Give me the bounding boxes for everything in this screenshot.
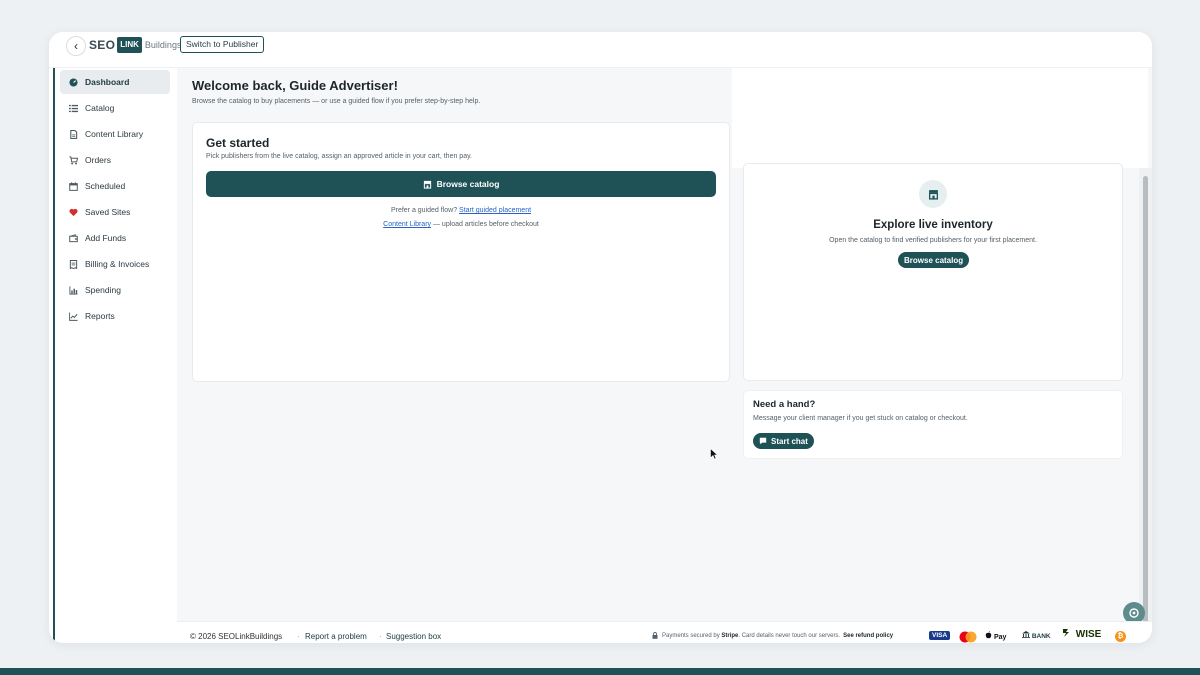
get-started-title: Get started bbox=[206, 136, 270, 150]
scrollbar[interactable] bbox=[1139, 168, 1152, 643]
wallet-icon bbox=[68, 233, 78, 243]
sidebar-item-orders[interactable]: Orders bbox=[60, 148, 170, 172]
content-library-link[interactable]: Content Library bbox=[383, 221, 431, 228]
explore-title: Explore live inventory bbox=[873, 219, 993, 231]
start-chat-button[interactable]: Start chat bbox=[753, 433, 814, 449]
switch-to-publisher-button[interactable]: Switch to Publisher bbox=[180, 36, 265, 53]
apple-icon bbox=[985, 631, 992, 639]
sidebar-item-scheduled[interactable]: Scheduled bbox=[60, 174, 170, 198]
bar-chart-icon bbox=[68, 285, 78, 295]
bitcoin-logo: ₿ bbox=[1115, 631, 1126, 642]
sidebar-item-label: Billing & Invoices bbox=[85, 259, 150, 269]
page-subtitle: Browse the catalog to buy placements — o… bbox=[192, 98, 481, 105]
chat-icon bbox=[759, 437, 767, 445]
sidebar-item-label: Content Library bbox=[85, 129, 144, 139]
calendar-icon bbox=[68, 181, 78, 191]
footer-separator: · bbox=[379, 632, 382, 641]
wise-label: WISE bbox=[1075, 629, 1102, 640]
explore-inventory-card: Explore live inventory Open the catalog … bbox=[743, 163, 1123, 381]
mastercard-logo bbox=[959, 631, 977, 643]
secure-suffix: . Card details never touch our servers. bbox=[738, 632, 841, 639]
browse-catalog-button[interactable]: Browse catalog bbox=[206, 171, 716, 197]
top-bar: ‹ SEO LINK Buildings Switch to Publisher bbox=[49, 32, 1152, 68]
main-content: Welcome back, Guide Advertiser! Browse t… bbox=[177, 68, 1152, 643]
sidebar-item-label: Scheduled bbox=[85, 181, 126, 191]
app-window: ‹ SEO LINK Buildings Switch to Publisher… bbox=[49, 32, 1152, 643]
guided-flow-prefix: Prefer a guided flow? bbox=[390, 207, 458, 214]
sidebar-item-dashboard[interactable]: Dashboard bbox=[60, 70, 170, 94]
bank-label: BANK bbox=[1031, 633, 1051, 640]
sidebar-item-reports[interactable]: Reports bbox=[60, 304, 170, 328]
brand-link: LINK bbox=[117, 37, 142, 53]
secure-brand: Stripe bbox=[721, 632, 739, 639]
get-started-description: Pick publishers from the live catalog, a… bbox=[206, 153, 473, 160]
sidebar-item-billing-invoices[interactable]: Billing & Invoices bbox=[60, 252, 170, 276]
start-chat-label: Start chat bbox=[771, 436, 808, 446]
report-problem-link[interactable]: Report a problem bbox=[305, 632, 367, 641]
brand-seo: SEO bbox=[89, 38, 116, 52]
line-chart-icon bbox=[68, 311, 78, 321]
back-button[interactable]: ‹ bbox=[66, 36, 86, 56]
page-title: Welcome back, Guide Advertiser! bbox=[192, 78, 398, 93]
browse-catalog-label: Browse catalog bbox=[436, 179, 500, 189]
document-icon bbox=[68, 129, 78, 139]
refund-policy-link[interactable]: See refund policy bbox=[843, 633, 893, 639]
footer: © 2026 SEOLinkBuildings · Report a probl… bbox=[177, 621, 1152, 643]
apple-pay-label: Pay bbox=[993, 634, 1007, 641]
sidebar-item-catalog[interactable]: Catalog bbox=[60, 96, 170, 120]
explore-icon-circle bbox=[919, 180, 947, 208]
sidebar-item-label: Dashboard bbox=[85, 77, 130, 87]
sidebar-item-label: Add Funds bbox=[85, 233, 127, 243]
content-library-line: Content Library — upload articles before… bbox=[193, 221, 729, 228]
suggestion-box-link[interactable]: Suggestion box bbox=[386, 632, 441, 641]
apple-pay-logo: Pay bbox=[985, 631, 1006, 641]
invoice-icon bbox=[68, 259, 78, 269]
sidebar-item-spending[interactable]: Spending bbox=[60, 278, 170, 302]
wise-flag-icon bbox=[1063, 629, 1069, 637]
heart-icon bbox=[68, 207, 78, 217]
sidebar-item-saved-sites[interactable]: Saved Sites bbox=[60, 200, 170, 224]
sidebar-item-content-library[interactable]: Content Library bbox=[60, 122, 170, 146]
lock-icon bbox=[652, 632, 658, 639]
sidebar-item-label: Saved Sites bbox=[85, 207, 131, 217]
payments-secured-notice: Payments secured by Stripe. Card details… bbox=[652, 632, 893, 639]
mouse-cursor-icon bbox=[710, 448, 718, 460]
chevron-left-icon: ‹ bbox=[74, 39, 78, 53]
help-description: Message your client manager if you get s… bbox=[753, 415, 968, 422]
bank-logo: BANK bbox=[1022, 631, 1051, 640]
sidebar-item-add-funds[interactable]: Add Funds bbox=[60, 226, 170, 250]
scrollbar-thumb[interactable] bbox=[1143, 176, 1148, 626]
need-help-card: Need a hand? Message your client manager… bbox=[743, 390, 1123, 459]
list-icon bbox=[68, 103, 78, 113]
bottom-bar bbox=[0, 668, 1200, 675]
sidebar-item-label: Orders bbox=[85, 155, 111, 165]
sidebar-item-label: Catalog bbox=[85, 103, 115, 113]
brand-logo[interactable]: SEO LINK Buildings bbox=[89, 37, 181, 53]
sidebar-item-label: Spending bbox=[85, 285, 121, 295]
get-started-card: Get started Pick publishers from the liv… bbox=[192, 122, 730, 382]
settings-icon bbox=[1129, 608, 1139, 618]
explore-description: Open the catalog to find verified publis… bbox=[829, 237, 1037, 244]
brand-buildings: Buildings bbox=[144, 40, 182, 50]
store-icon bbox=[423, 180, 431, 189]
footer-copyright: © 2026 SEOLinkBuildings bbox=[190, 632, 283, 641]
header-blank-area bbox=[732, 68, 1148, 168]
visa-logo: VISA bbox=[929, 631, 951, 640]
dashboard-icon bbox=[68, 77, 78, 87]
sidebar: Dashboard Catalog Content Library Orders… bbox=[53, 68, 180, 643]
explore-browse-catalog-button[interactable]: Browse catalog bbox=[898, 252, 970, 268]
cart-icon bbox=[68, 155, 78, 165]
start-guided-placement-link[interactable]: Start guided placement bbox=[459, 207, 531, 214]
bank-icon bbox=[1022, 631, 1030, 638]
wise-logo: WISE bbox=[1063, 628, 1101, 640]
help-title: Need a hand? bbox=[753, 399, 816, 410]
footer-separator: · bbox=[297, 632, 300, 641]
guided-flow-line: Prefer a guided flow? Start guided place… bbox=[193, 207, 729, 214]
sidebar-item-label: Reports bbox=[85, 311, 115, 321]
secure-prefix: Payments secured by bbox=[662, 632, 720, 639]
store-icon bbox=[928, 189, 938, 200]
content-library-suffix: — upload articles before checkout bbox=[432, 221, 539, 228]
